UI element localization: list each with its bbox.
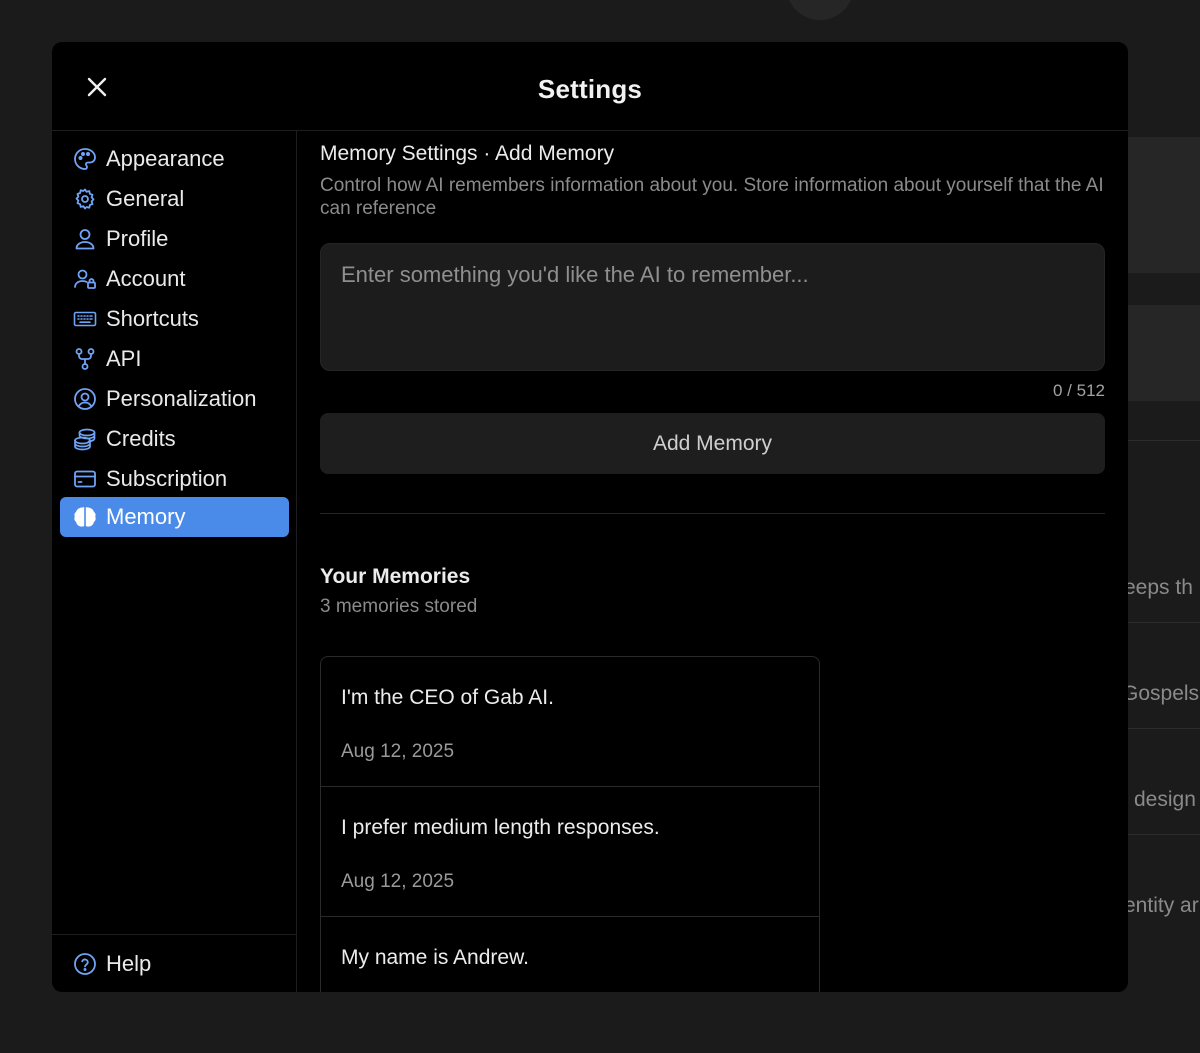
- memory-card[interactable]: I prefer medium length responses. Aug 12…: [321, 787, 819, 917]
- sidebar-item-help[interactable]: Help: [60, 944, 289, 984]
- memories-title: Your Memories: [320, 565, 471, 588]
- background-avatar: [786, 0, 854, 20]
- sidebar-item-label: Shortcuts: [106, 306, 199, 331]
- keyboard-icon: [73, 307, 97, 331]
- sidebar-item-appearance[interactable]: Appearance: [60, 139, 289, 179]
- sidebar-item-general[interactable]: General: [60, 179, 289, 219]
- background-snippet: Gospels: [1128, 682, 1200, 705]
- credit-card-icon: [73, 467, 97, 491]
- user-lock-icon: [73, 267, 97, 291]
- section-title: Memory Settings · Add Memory: [320, 142, 615, 165]
- sidebar-item-personalization[interactable]: Personalization: [60, 379, 289, 419]
- add-memory-button[interactable]: Add Memory: [320, 413, 1105, 474]
- sidebar-item-label: Personalization: [106, 386, 257, 411]
- background-snippet: eeps th: [1128, 576, 1193, 599]
- memory-card[interactable]: My name is Andrew.: [321, 917, 819, 992]
- sidebar-item-shortcuts[interactable]: Shortcuts: [60, 299, 289, 339]
- sidebar-item-label: Help: [106, 951, 152, 976]
- sidebar-item-label: Credits: [106, 426, 176, 451]
- sidebar-item-profile[interactable]: Profile: [60, 219, 289, 259]
- palette-icon: [73, 147, 97, 171]
- sidebar-divider: [52, 934, 296, 935]
- memory-date: Aug 12, 2025: [341, 871, 455, 892]
- sidebar-item-account[interactable]: Account: [60, 259, 289, 299]
- background-text-clip: eeps th Gospels design entity ar: [1128, 120, 1200, 1020]
- sidebar-item-label: Subscription: [106, 466, 228, 491]
- user-icon: [73, 227, 97, 251]
- settings-modal: Settings Appearance General Profile Acco…: [52, 42, 1128, 992]
- character-count: 0 / 512: [1053, 381, 1105, 400]
- sidebar-item-label: Profile: [106, 226, 169, 251]
- memories-count: 3 memories stored: [320, 596, 478, 617]
- modal-header: Settings: [52, 42, 1128, 131]
- modal-title: Settings: [537, 74, 643, 104]
- sidebar-item-label: API: [106, 346, 142, 371]
- brain-icon: [73, 505, 97, 529]
- memory-text: I'm the CEO of Gab AI.: [341, 686, 554, 709]
- sidebar-item-subscription[interactable]: Subscription: [60, 459, 289, 499]
- sidebar-item-api[interactable]: API: [60, 339, 289, 379]
- coins-icon: [73, 427, 97, 451]
- memory-input[interactable]: [320, 243, 1105, 371]
- memory-text: My name is Andrew.: [341, 946, 529, 969]
- memory-card[interactable]: I'm the CEO of Gab AI. Aug 12, 2025: [321, 657, 819, 787]
- section-description: Control how AI remembers information abo…: [320, 175, 1104, 219]
- sidebar-item-credits[interactable]: Credits: [60, 419, 289, 459]
- background-snippet: entity ar: [1128, 894, 1199, 917]
- user-circle-icon: [73, 387, 97, 411]
- sidebar-item-label: Appearance: [106, 146, 225, 171]
- sidebar-item-label: General: [106, 186, 185, 211]
- sidebar-item-memory[interactable]: Memory: [60, 497, 289, 537]
- background-snippet: design: [1134, 788, 1196, 811]
- help-circle-icon: [73, 952, 97, 976]
- memory-date: Aug 12, 2025: [341, 741, 455, 762]
- memory-text: I prefer medium length responses.: [341, 816, 660, 839]
- sidebar-item-label: Account: [106, 266, 186, 291]
- memory-list: I'm the CEO of Gab AI. Aug 12, 2025 I pr…: [320, 656, 820, 992]
- git-fork-icon: [73, 347, 97, 371]
- section-divider: [320, 513, 1105, 514]
- gear-icon: [73, 187, 97, 211]
- sidebar-item-label: Memory: [106, 504, 186, 529]
- settings-sidebar: Appearance General Profile Account Short…: [52, 131, 297, 992]
